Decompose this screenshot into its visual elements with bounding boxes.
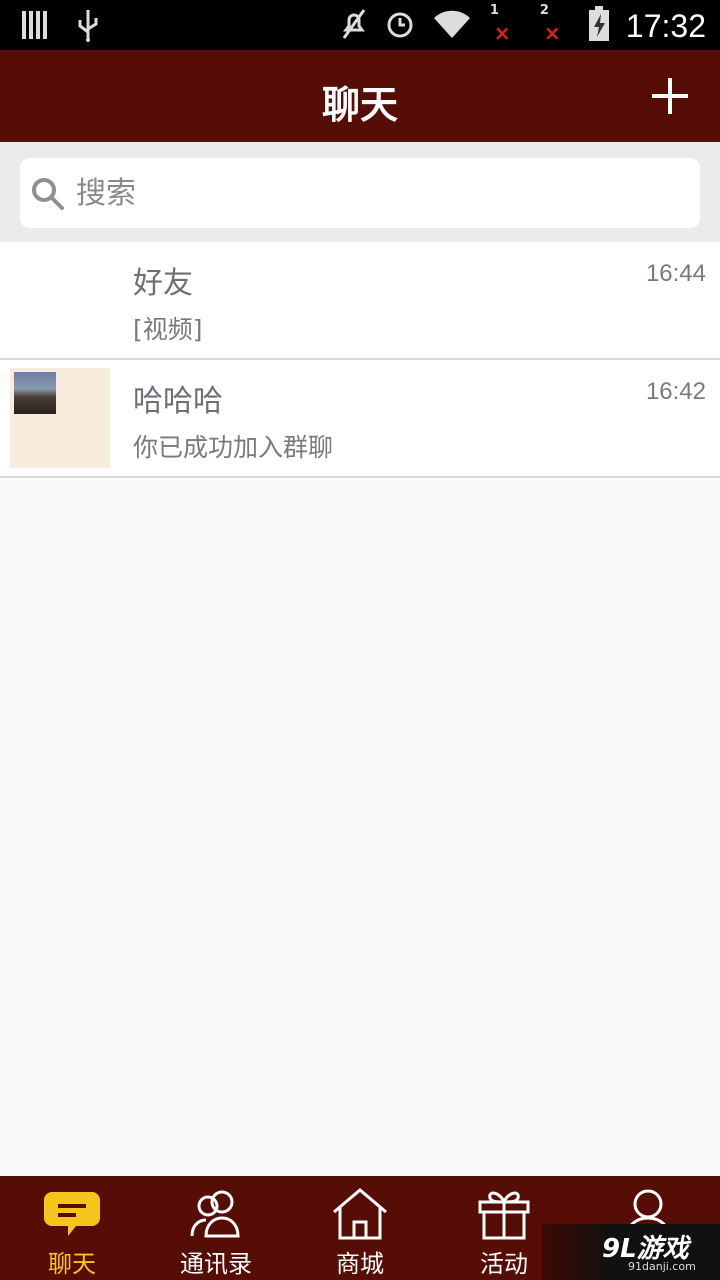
- wifi-icon: [432, 8, 472, 44]
- sim2-label: 2: [539, 3, 549, 18]
- sim2-signal-icon: 2 ×: [538, 3, 572, 45]
- contacts-icon: [186, 1186, 246, 1242]
- search-box[interactable]: [20, 158, 700, 228]
- chat-last-message: 你已成功加入群聊: [133, 433, 334, 462]
- page-title: 聊天: [321, 83, 398, 127]
- battery-charging-icon: [588, 6, 610, 46]
- nav-tab-contacts[interactable]: 通讯录: [144, 1176, 288, 1280]
- nav-tab-chat[interactable]: 聊天: [0, 1176, 144, 1280]
- chat-list-item[interactable]: 好友 [视频] 16:44: [0, 242, 720, 360]
- chat-bubble-icon: [42, 1186, 102, 1242]
- chat-time: 16:44: [645, 260, 706, 287]
- member-thumbnail: [14, 372, 56, 414]
- nav-label: 通讯录: [180, 1250, 252, 1278]
- chat-list-item[interactable]: 哈哈哈 你已成功加入群聊 16:42: [0, 360, 720, 478]
- status-time: 17:32: [625, 7, 706, 44]
- watermark-logo: 9L游戏 91danji.com: [542, 1224, 720, 1280]
- search-input[interactable]: [76, 168, 676, 218]
- chat-time: 16:42: [645, 378, 706, 405]
- search-icon: [30, 176, 66, 216]
- chat-name: 好友: [133, 266, 193, 301]
- app-bar: 聊天: [0, 50, 720, 142]
- nav-label: 商城: [336, 1250, 384, 1278]
- nav-tab-store[interactable]: 商城: [288, 1176, 432, 1280]
- add-button[interactable]: [652, 78, 688, 114]
- avatar: [10, 250, 110, 350]
- chat-last-message: [视频]: [133, 315, 203, 344]
- barcode-icon: [22, 9, 48, 45]
- nav-label: 聊天: [48, 1250, 96, 1278]
- sim2-no-signal: ×: [543, 21, 561, 45]
- sim1-label: 1: [489, 3, 499, 18]
- usb-icon: [76, 8, 100, 46]
- chat-list: 好友 [视频] 16:44 哈哈哈 你已成功加入群聊 16:42: [0, 242, 720, 478]
- gift-icon: [474, 1186, 534, 1242]
- alarm-icon: [384, 8, 416, 44]
- sim1-signal-icon: 1 ×: [488, 3, 522, 45]
- group-avatar: [10, 368, 110, 468]
- status-bar: 1 × 2 × 17:32: [0, 0, 720, 50]
- mute-icon: [340, 8, 368, 44]
- sim1-no-signal: ×: [493, 21, 511, 45]
- watermark-site: 91danji.com: [628, 1260, 696, 1273]
- search-bar-container: [0, 142, 720, 242]
- home-store-icon: [330, 1186, 390, 1242]
- chat-name: 哈哈哈: [133, 384, 223, 419]
